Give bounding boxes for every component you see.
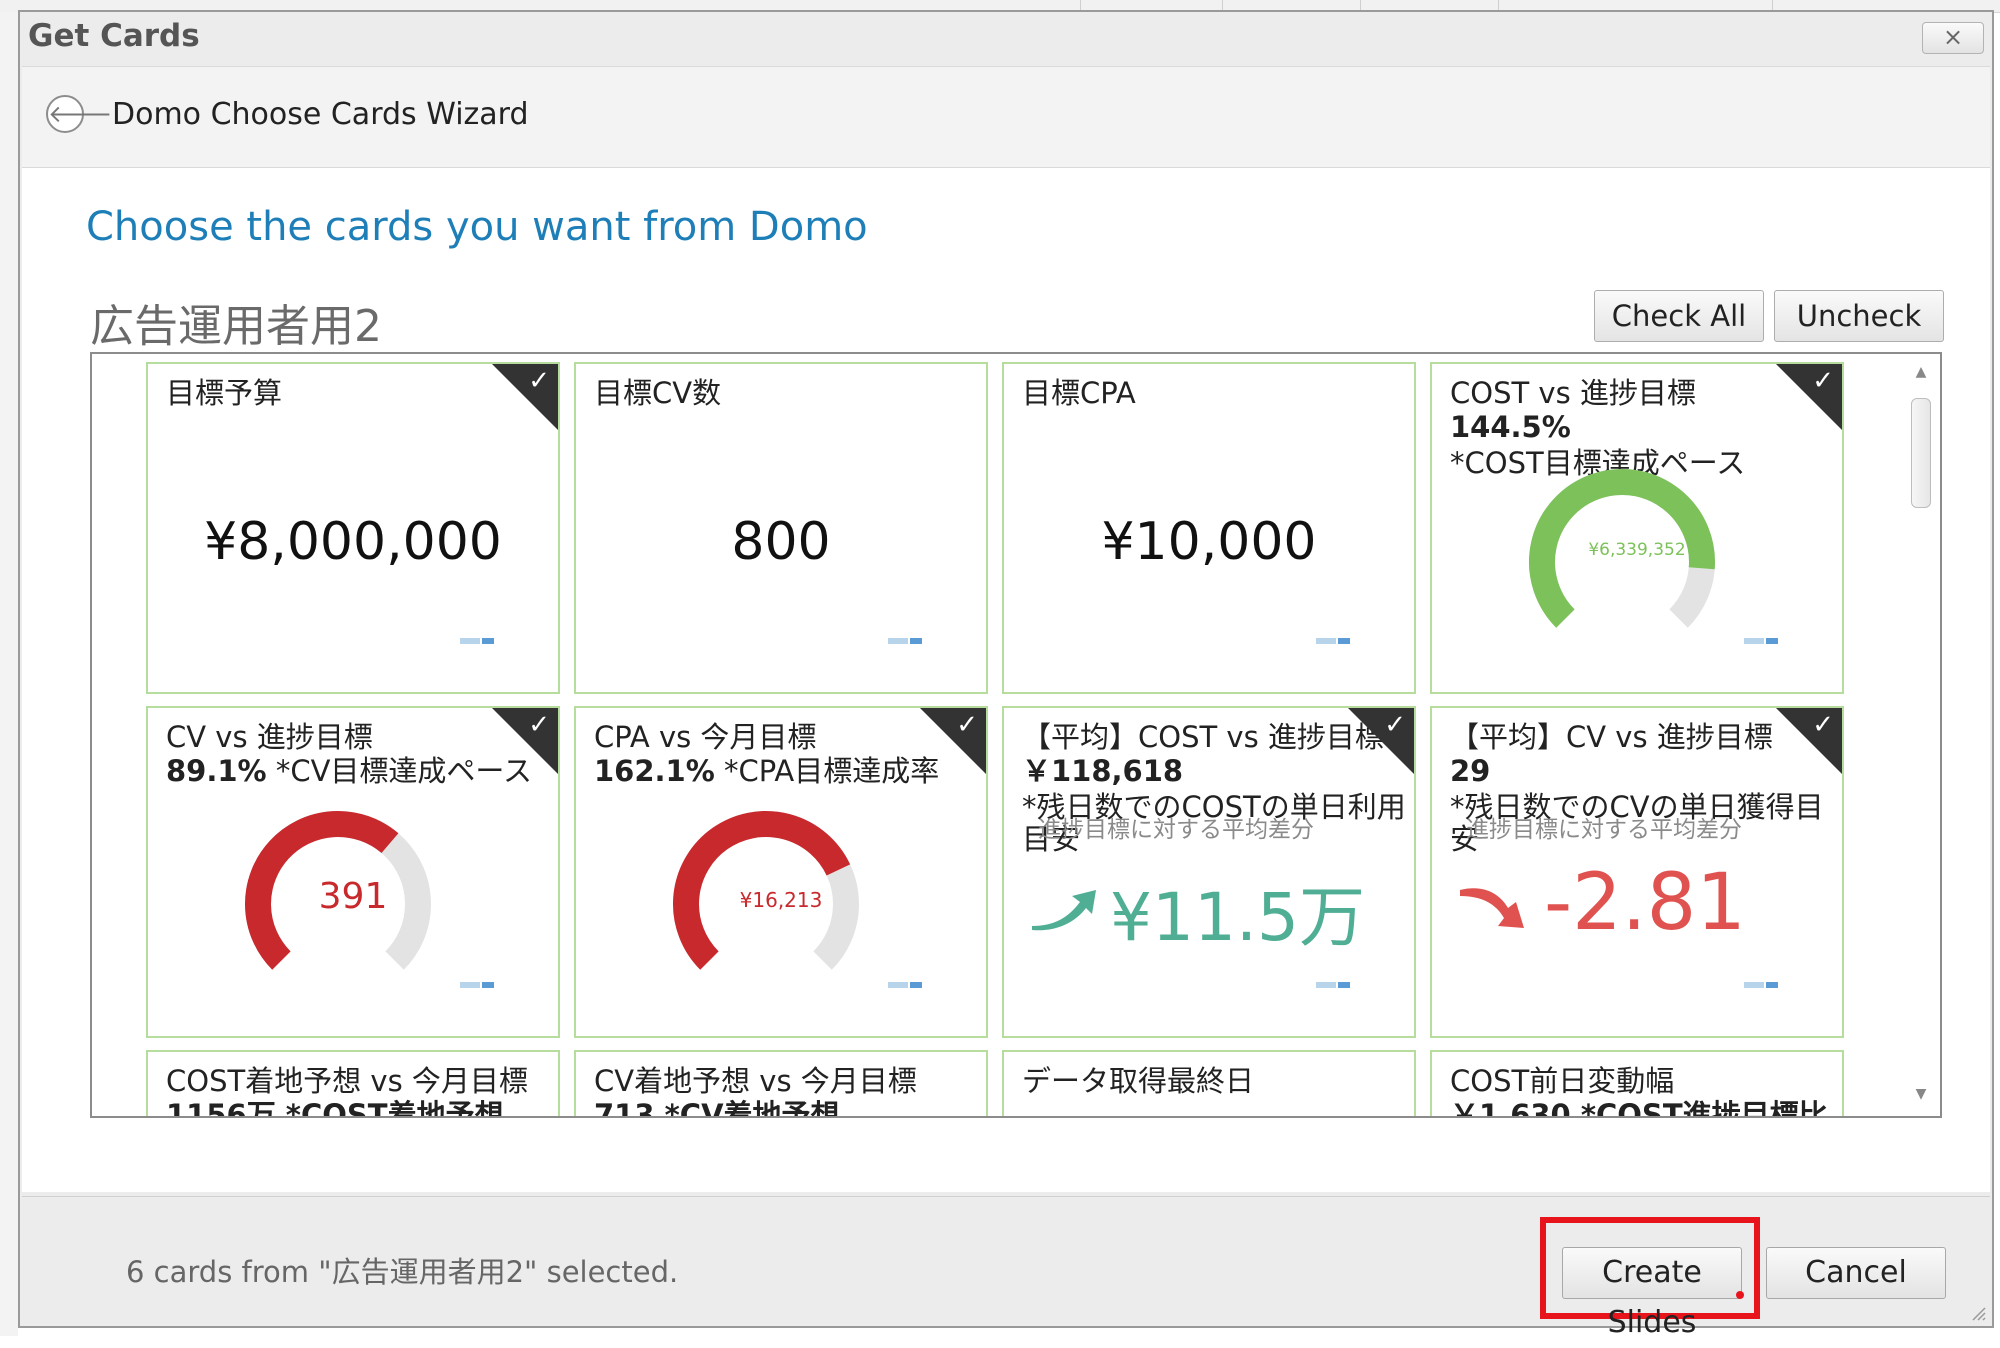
gauge-value: ¥16,213 bbox=[739, 888, 823, 912]
card-avg-cost-vs-progress[interactable]: 【平均】COST vs 進捗目標 ￥118,618 *残日数でのCOSTの単日利… bbox=[1002, 706, 1416, 1038]
card-amount: ￥118,618 bbox=[1022, 754, 1184, 788]
trend-down-arrow-icon bbox=[1460, 888, 1524, 928]
card-cpa-target[interactable]: 目標CPA ¥10,000 bbox=[1002, 362, 1416, 694]
card-subtitle: 162.1% *CPA目標達成率 bbox=[594, 754, 939, 788]
checkmark-icon: ✓ bbox=[1812, 710, 1834, 740]
card-title: 目標CV数 bbox=[594, 376, 722, 410]
card-cost-daily-change[interactable]: COST前日変動幅 ￥1,630 *COST進捗目標比 bbox=[1430, 1050, 1844, 1118]
scroll-down-icon[interactable]: ▼ bbox=[1912, 1086, 1930, 1106]
card-percent: 89.1% bbox=[166, 754, 267, 788]
get-cards-dialog: Get Cards × 🡐 Domo Choose Cards Wizard C… bbox=[18, 10, 1994, 1340]
dialog-footer: 6 cards from "広告運用者用2" selected. Create … bbox=[22, 1196, 1990, 1340]
card-note: 進捗目標に対する平均差分 bbox=[1466, 817, 1742, 843]
mini-chart-icon bbox=[1744, 982, 1778, 988]
card-note: 進捗目標に対する平均差分 bbox=[1038, 817, 1314, 843]
card-title: 【平均】COST vs 進捗目標 bbox=[1022, 720, 1384, 754]
card-title: CPA vs 今月目標 bbox=[594, 720, 817, 754]
cards-grid: 目標予算 ¥8,000,000 ✓ 目標CV数 800 目標CPA ¥10,00… bbox=[90, 352, 1942, 1118]
card-title: COST着地予想 vs 今月目標 bbox=[166, 1064, 528, 1098]
card-value: 800 bbox=[731, 512, 831, 572]
dialog-title: Get Cards bbox=[28, 18, 200, 54]
checkmark-icon: ✓ bbox=[1812, 366, 1834, 396]
gauge-value: ¥6,339,352 bbox=[1588, 540, 1686, 560]
card-title: 【平均】CV vs 進捗目標 bbox=[1450, 720, 1773, 754]
mini-chart-icon bbox=[888, 638, 922, 644]
trend-up-arrow-icon bbox=[1032, 890, 1096, 931]
card-value: ¥10,000 bbox=[1101, 512, 1317, 572]
gauge-value: 391 bbox=[318, 876, 388, 917]
card-subtitle: 713 *CV着地予想 bbox=[594, 1098, 840, 1118]
checkmark-icon: ✓ bbox=[956, 710, 978, 740]
card-cv-forecast[interactable]: CV着地予想 vs 今月目標 713 *CV着地予想 bbox=[574, 1050, 988, 1118]
mini-chart-icon bbox=[1316, 638, 1350, 644]
create-slides-button[interactable]: Create Slides bbox=[1562, 1247, 1742, 1340]
card-subtitle: 1156万 *COST着地予想 bbox=[166, 1098, 504, 1118]
kpi-value: ¥11.5万 bbox=[1110, 879, 1365, 956]
card-value: ¥8,000,000 bbox=[204, 512, 502, 572]
click-indicator bbox=[1736, 1291, 1744, 1299]
back-arrow-icon: 🡐 bbox=[48, 100, 113, 128]
resize-grip-icon[interactable] bbox=[1968, 1303, 1986, 1321]
checkmark-icon: ✓ bbox=[528, 710, 550, 740]
card-cost-forecast[interactable]: COST着地予想 vs 今月目標 1156万 *COST着地予想 bbox=[146, 1050, 560, 1118]
page-heading: Choose the cards you want from Domo bbox=[86, 204, 868, 250]
checkmark-icon: ✓ bbox=[1384, 710, 1406, 740]
scroll-thumb[interactable] bbox=[1911, 398, 1931, 508]
card-percent: 144.5% bbox=[1450, 410, 1571, 444]
check-all-button[interactable]: Check All bbox=[1594, 290, 1764, 342]
wizard-content: Choose the cards you want from Domo 広告運用… bbox=[22, 168, 1990, 1192]
dialog-titlebar: Get Cards × bbox=[20, 12, 1992, 64]
mini-chart-icon bbox=[1316, 982, 1350, 988]
background-app-edge bbox=[0, 12, 18, 1336]
wizard-title: Domo Choose Cards Wizard bbox=[112, 97, 529, 132]
scroll-up-icon[interactable]: ▲ bbox=[1912, 364, 1930, 384]
card-subtitle: 89.1% *CV目標達成ペース bbox=[166, 754, 532, 788]
card-title: COST前日変動幅 bbox=[1450, 1064, 1675, 1098]
card-title: 目標予算 bbox=[166, 376, 283, 410]
card-title: COST vs 進捗目標 bbox=[1450, 376, 1696, 410]
checkmark-icon: ✓ bbox=[528, 366, 550, 396]
domo-page-name: 広告運用者用2 bbox=[90, 301, 382, 352]
cancel-button[interactable]: Cancel bbox=[1766, 1247, 1946, 1299]
mini-chart-icon bbox=[1744, 638, 1778, 644]
card-cost-vs-progress[interactable]: COST vs 進捗目標 144.5% *COST目標達成ペース ¥6,339,… bbox=[1430, 362, 1844, 694]
wizard-header: 🡐 Domo Choose Cards Wizard bbox=[22, 66, 1990, 168]
kpi-value: -2.81 bbox=[1544, 858, 1746, 948]
card-cv-vs-progress[interactable]: CV vs 進捗目標 89.1% *CV目標達成ペース 391 ✓ bbox=[146, 706, 560, 1038]
mini-chart-icon bbox=[460, 638, 494, 644]
card-title: CV vs 進捗目標 bbox=[166, 720, 373, 754]
card-subtitle: ￥1,630 *COST進捗目標比 bbox=[1450, 1098, 1828, 1118]
card-title: CV着地予想 vs 今月目標 bbox=[594, 1064, 917, 1098]
close-button[interactable]: × bbox=[1922, 22, 1984, 54]
card-last-data-date[interactable]: データ取得最終日 bbox=[1002, 1050, 1416, 1116]
card-title: 目標CPA bbox=[1022, 376, 1136, 410]
card-percent: 162.1% bbox=[594, 754, 715, 788]
card-subtitle-text: *CPA目標達成率 bbox=[714, 754, 940, 788]
back-button[interactable]: 🡐 bbox=[46, 95, 112, 133]
card-budget-target[interactable]: 目標予算 ¥8,000,000 ✓ bbox=[146, 362, 560, 694]
mini-chart-icon bbox=[460, 982, 494, 988]
card-title: データ取得最終日 bbox=[1022, 1064, 1255, 1098]
vertical-scrollbar[interactable]: ▲ ▼ bbox=[1904, 356, 1938, 1114]
close-icon: × bbox=[1942, 23, 1964, 51]
mini-chart-icon bbox=[888, 982, 922, 988]
selection-status: 6 cards from "広告運用者用2" selected. bbox=[126, 1255, 679, 1289]
card-amount: 29 bbox=[1450, 754, 1491, 788]
card-avg-cv-vs-progress[interactable]: 【平均】CV vs 進捗目標 29 *残日数でのCVの単日獲得目 安 進捗目標に… bbox=[1430, 706, 1844, 1038]
card-cv-target[interactable]: 目標CV数 800 bbox=[574, 362, 988, 694]
uncheck-all-button[interactable]: Uncheck All bbox=[1774, 290, 1944, 383]
card-cpa-vs-monthly[interactable]: CPA vs 今月目標 162.1% *CPA目標達成率 ¥16,213 ✓ bbox=[574, 706, 988, 1038]
